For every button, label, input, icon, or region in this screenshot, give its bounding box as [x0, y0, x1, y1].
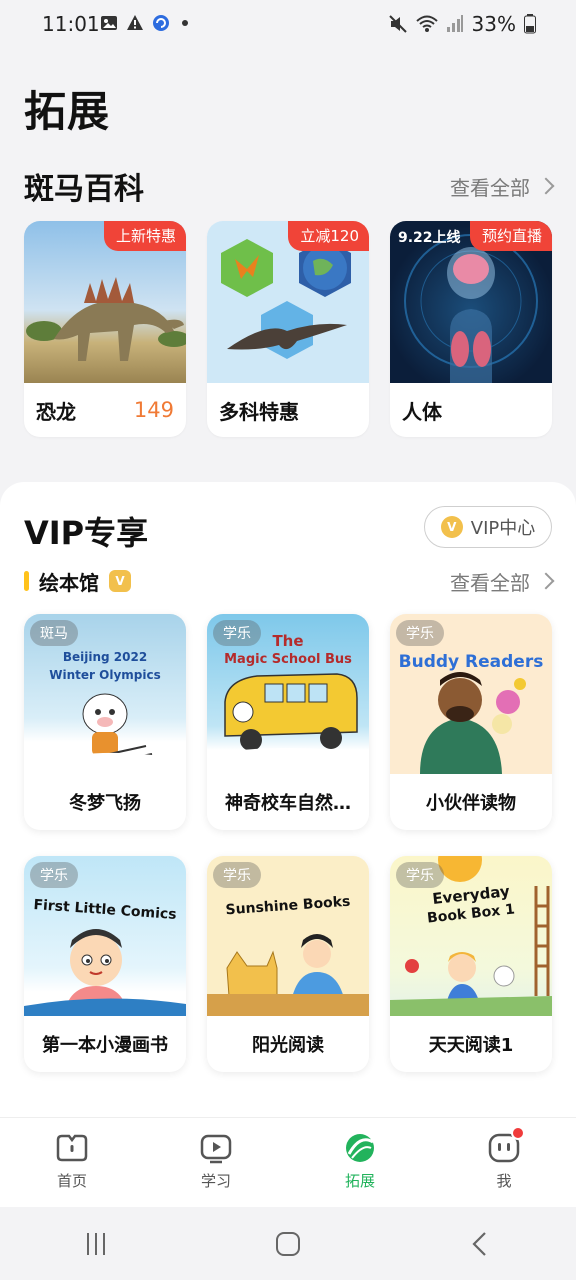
nav-label: 学习 [200, 1172, 231, 1190]
book-title: 天天阅读1 [428, 1035, 514, 1056]
multi-subject-image: 立减120 [207, 221, 369, 383]
card-name: 恐龙 [36, 399, 76, 424]
encyclopedia-card-multi-subject[interactable]: 立减120 多科特惠 [207, 221, 369, 437]
notification-dot [511, 1126, 525, 1140]
encyclopedia-card-dinosaur[interactable]: 上新特惠 恐龙 149 [24, 221, 186, 437]
page-title: 拓展 [24, 87, 111, 136]
status-system-icons: 33% [388, 12, 536, 36]
human-body-image: 9.22上线 预约直播 [390, 221, 552, 383]
publisher-tag: 学乐 [396, 862, 444, 888]
book-cover: Buddy Readers 学乐 [390, 614, 552, 774]
encyclopedia-card-human-body[interactable]: 9.22上线 预约直播 人体 [390, 221, 552, 437]
study-icon [200, 1134, 232, 1164]
app-notification-icon [153, 15, 169, 31]
library-title: 绘本馆 [39, 570, 99, 595]
dinosaur-image: 上新特惠 [24, 221, 186, 383]
book-grid: Beijing 2022 Winter Olympics 斑马 冬梦飞扬 The [24, 614, 552, 1072]
nav-tab-profile[interactable]: 我 [432, 1118, 576, 1208]
vip-coin-icon: V [440, 516, 463, 538]
publisher-tag: 斑马 [30, 620, 78, 646]
warning-icon [127, 15, 143, 30]
card-price: 149 [133, 398, 174, 422]
nav-tab-explore[interactable]: 拓展 [288, 1118, 432, 1208]
book-card[interactable]: First Little Comics 学乐 第一本小漫画书 [24, 856, 186, 1072]
recent-apps-icon[interactable] [83, 1231, 109, 1257]
launch-date-badge: 9.22上线 [398, 230, 461, 246]
book-cover: The Magic School Bus 学乐 [207, 614, 369, 774]
publisher-tag: 学乐 [30, 862, 78, 888]
vip-panel: VIP专享 V VIP中心 绘本馆 V 查看全部 Beijing 2022 Wi… [0, 482, 576, 1122]
book-card[interactable]: Beijing 2022 Winter Olympics 斑马 冬梦飞扬 [24, 614, 186, 830]
gallery-icon [101, 16, 117, 30]
library-see-all-link[interactable]: 查看全部 [450, 567, 555, 596]
publisher-tag: 学乐 [213, 862, 261, 888]
vip-center-label: VIP中心 [470, 518, 536, 539]
nav-tab-study[interactable]: 学习 [144, 1118, 288, 1208]
mute-icon [388, 15, 407, 33]
book-card[interactable]: Buddy Readers 学乐 小伙伴读物 [390, 614, 552, 830]
book-title: 神奇校车自然… [225, 793, 351, 814]
promo-tag: 预约直播 [469, 221, 552, 251]
chevron-right-icon [537, 572, 555, 590]
see-all-label: 查看全部 [450, 175, 530, 200]
book-cover: Beijing 2022 Winter Olympics 斑马 [24, 614, 186, 774]
book-cover: Everyday Book Box 1 学乐 [390, 856, 552, 1016]
nav-tab-home[interactable]: 首页 [0, 1118, 144, 1208]
encyclopedia-header: 斑马百科 查看全部 [24, 166, 555, 207]
card-name: 多科特惠 [219, 399, 299, 424]
home-button-icon[interactable] [275, 1231, 301, 1257]
status-time: 11:01 [42, 12, 100, 36]
status-notification-icons [100, 14, 188, 32]
more-notifications-dot-icon [182, 20, 188, 26]
book-cover: First Little Comics 学乐 [24, 856, 186, 1016]
status-bar: 11:01 33% [0, 0, 576, 48]
book-card[interactable]: Everyday Book Box 1 学乐 天天阅读1 [390, 856, 552, 1072]
signal-icon [446, 15, 463, 32]
wifi-icon [415, 15, 438, 32]
vip-title: VIP专享 [24, 514, 149, 552]
explore-icon [346, 1134, 374, 1162]
book-card[interactable]: Sunshine Books 学乐 阳光阅读 [207, 856, 369, 1072]
home-icon [56, 1134, 88, 1162]
picture-book-library-header: 绘本馆 V 查看全部 [24, 566, 555, 596]
card-name: 人体 [402, 399, 442, 424]
bottom-navigation: 首页 学习 拓展 我 [0, 1117, 576, 1208]
promo-tag: 立减120 [288, 221, 369, 251]
chevron-right-icon [537, 177, 555, 195]
promo-tag: 上新特惠 [103, 221, 186, 251]
book-title: 小伙伴读物 [426, 793, 516, 814]
vip-center-button[interactable]: V VIP中心 [424, 506, 552, 548]
see-all-label: 查看全部 [450, 570, 530, 595]
back-icon[interactable] [467, 1231, 493, 1257]
battery-icon [524, 14, 536, 34]
nav-label: 首页 [56, 1172, 87, 1190]
book-title: 第一本小漫画书 [42, 1035, 168, 1056]
publisher-tag: 学乐 [213, 620, 261, 646]
system-navigation-bar [0, 1207, 576, 1280]
battery-percent: 33% [471, 12, 516, 36]
vip-badge-icon: V [109, 570, 131, 592]
nav-label: 拓展 [344, 1172, 375, 1190]
encyclopedia-see-all-link[interactable]: 查看全部 [450, 172, 555, 201]
section-accent-bar [24, 571, 29, 591]
nav-label: 我 [496, 1172, 512, 1190]
book-title: 阳光阅读 [252, 1035, 324, 1056]
book-card[interactable]: The Magic School Bus 学乐 神奇校车自然… [207, 614, 369, 830]
book-title: 冬梦飞扬 [69, 793, 141, 814]
publisher-tag: 学乐 [396, 620, 444, 646]
encyclopedia-cards: 上新特惠 恐龙 149 立减120 多科特惠 9.22上线 预约直播 人体 [24, 221, 552, 437]
encyclopedia-title: 斑马百科 [24, 172, 144, 207]
book-cover: Sunshine Books 学乐 [207, 856, 369, 1016]
